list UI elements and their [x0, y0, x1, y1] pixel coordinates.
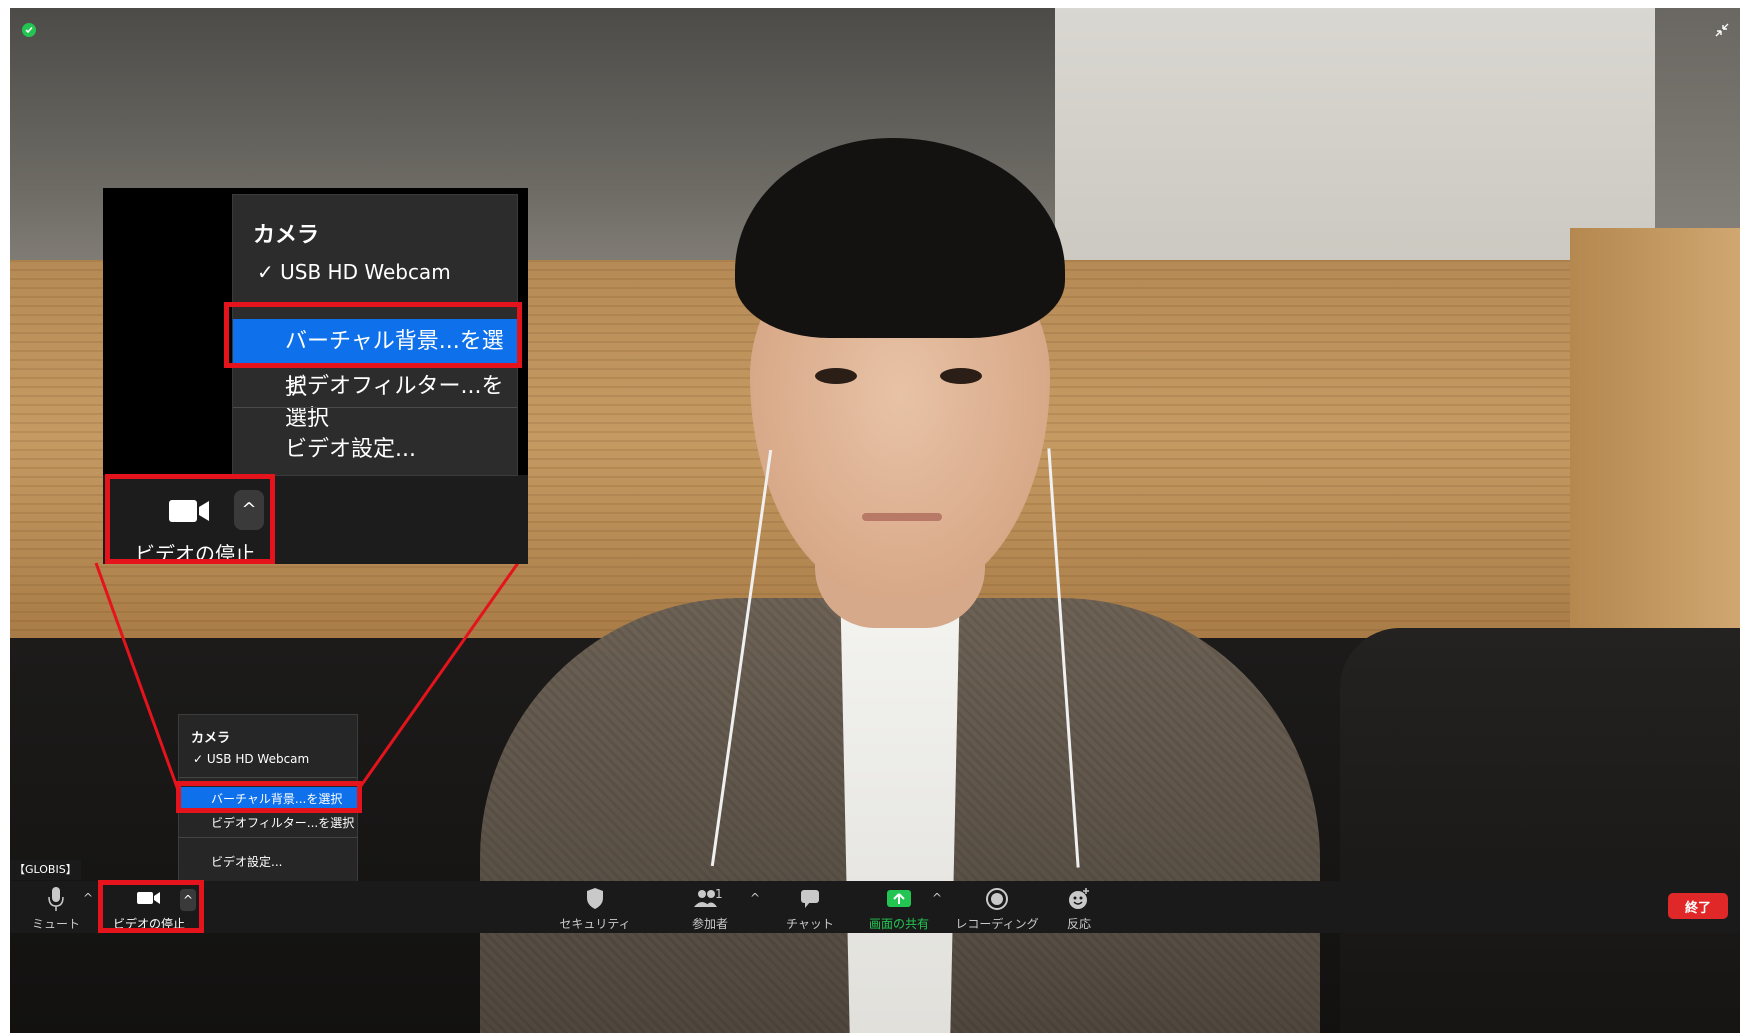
participants-icon [675, 885, 745, 915]
mute-label: ミュート [31, 917, 80, 931]
inset-menu-divider [233, 303, 517, 304]
security-shield-icon [555, 885, 635, 915]
caret-up-icon[interactable]: ^ [932, 891, 942, 905]
recording-label: レコーディング [955, 917, 1039, 931]
inset-stop-video-label: ビデオの停止 [135, 542, 255, 566]
recording-button[interactable]: レコーディング [954, 881, 1040, 933]
chat-label: チャット [786, 917, 834, 931]
inset-camera-option-label: USB HD Webcam [280, 260, 451, 284]
chat-bubble-icon [780, 885, 840, 915]
camera-option[interactable]: ✓ USB HD Webcam [193, 752, 309, 766]
inset-video-filter-item: ビデオフィルター...を選択 [285, 374, 504, 431]
checkmark-icon: ✓ [257, 260, 281, 284]
sofa-arm [1340, 628, 1740, 1033]
inset-menu-divider [233, 407, 517, 408]
right-eye [940, 368, 982, 384]
video-filter-item[interactable]: ビデオフィルター...を選択 [211, 814, 354, 831]
meeting-name-label: 【GLOBIS】 [10, 860, 81, 880]
camera-option-label: USB HD Webcam [206, 752, 310, 766]
reactions-button[interactable]: 反応 [1056, 881, 1102, 933]
record-icon [954, 885, 1040, 915]
hair [735, 138, 1065, 338]
participants-button[interactable]: 参加者 [675, 881, 745, 933]
left-eye [815, 368, 857, 384]
inset-video-settings-item: ビデオ設定... [285, 437, 416, 462]
menu-divider [179, 837, 357, 838]
video-camera-icon [169, 498, 211, 528]
inset-camera-menu: カメラ ✓ USB HD Webcam バーチャル背景...を選択 ビデオフィル… [232, 194, 518, 476]
caret-up-icon[interactable]: ^ [180, 889, 196, 911]
reaction-icon [1056, 885, 1102, 915]
end-meeting-button[interactable]: 終了 [1668, 893, 1728, 919]
inset-camera-option: ✓ USB HD Webcam [257, 260, 451, 284]
checkmark-icon: ✓ [193, 752, 207, 766]
video-settings-item[interactable]: ビデオ設定... [211, 853, 282, 870]
security-button[interactable]: セキュリティ [555, 881, 635, 933]
chat-button[interactable]: チャット [780, 881, 840, 933]
share-screen-icon [862, 885, 936, 915]
zoomed-menu-inset: カメラ ✓ USB HD Webcam バーチャル背景...を選択 ビデオフィル… [103, 188, 528, 566]
security-label: セキュリティ [559, 917, 631, 931]
share-screen-label: 画面の共有 [868, 917, 929, 931]
meeting-toolbar: ミュート ^ ビデオの停止 ^ セキュリティ 参加者 1 ^ チャット 画面の共… [10, 881, 1740, 933]
exit-fullscreen-icon[interactable] [1712, 20, 1732, 40]
caret-up-icon[interactable]: ^ [83, 891, 93, 905]
wood-panel-side [1570, 228, 1740, 658]
virtual-background-item[interactable]: バーチャル背景...を選択 [179, 787, 357, 811]
menu-title: カメラ [191, 731, 231, 746]
microphone-icon [30, 885, 82, 915]
video-options-menu: カメラ ✓ USB HD Webcam バーチャル背景...を選択 ビデオフィル… [178, 714, 358, 882]
caret-up-icon: ^ [234, 490, 264, 530]
caret-up-icon[interactable]: ^ [750, 891, 760, 905]
inset-menu-title: カメラ [253, 223, 320, 248]
mouth [862, 513, 942, 521]
participants-count-badge: 1 [715, 887, 723, 901]
mute-button[interactable]: ミュート [30, 881, 82, 933]
stop-video-label: ビデオの停止 [112, 917, 185, 931]
menu-divider [179, 777, 357, 778]
reactions-label: 反応 [1066, 917, 1091, 931]
share-screen-button[interactable]: 画面の共有 [862, 881, 936, 933]
participants-label: 参加者 [691, 917, 728, 931]
inset-virtual-bg-item: バーチャル背景...を選択 [233, 319, 517, 400]
shield-check-icon[interactable] [22, 23, 36, 37]
inset-stop-video-button: ^ ビデオの停止 [131, 484, 281, 566]
video-area: カメラ ✓ USB HD Webcam バーチャル背景...を選択 ビデオフィル… [10, 8, 1740, 1033]
